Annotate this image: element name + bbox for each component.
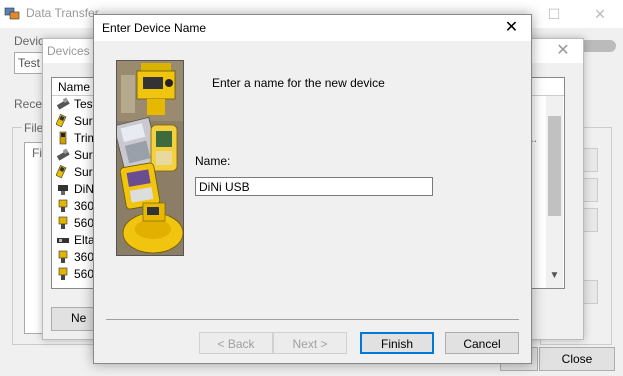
total-station-icon [58,199,68,212]
next-button[interactable]: Next > [273,332,347,354]
restore-icon[interactable]: ☐ [531,0,577,28]
new-device-button-label: Ne [71,311,87,325]
close-button[interactable]: Close [539,347,615,371]
files-column-header: Fi [32,146,42,160]
devices-scrollbar[interactable]: ▼ [546,96,563,288]
data-transfer-title: Data Transfer [26,6,99,20]
total-station-icon [58,267,68,280]
device-select-value: Test [18,56,41,70]
scroll-thumb[interactable] [548,116,561,216]
devices-close-icon[interactable]: ✕ [543,39,583,63]
enter-device-name-dialog: Enter Device Name ✕ Enter a name for the… [93,14,532,364]
elta-icon [57,238,69,243]
total-station-icon [58,216,68,229]
total-station-icon [58,250,68,263]
usb-cable-icon [56,148,70,161]
dialog-prompt: Enter a name for the new device [212,76,385,90]
back-button[interactable]: < Back [199,332,273,354]
device-label: Devic [14,34,45,48]
data-transfer-app-icon [4,7,20,20]
dialog-separator [106,319,519,320]
trimble-icon [59,131,67,145]
device-name-input[interactable] [195,177,433,196]
name-column-label: Name [58,80,91,94]
survey-instruments-image [116,60,184,256]
dialog-title: Enter Device Name [102,21,207,35]
name-label: Name: [195,154,231,168]
devices-title: Devices [47,44,90,58]
cancel-button[interactable]: Cancel [445,332,519,354]
receive-tab-label[interactable]: Recei [14,97,45,111]
scroll-down-icon[interactable]: ▼ [548,270,561,284]
close-icon[interactable]: ✕ [577,0,623,28]
dialog-close-icon[interactable]: ✕ [492,15,531,41]
data-collector-icon [56,114,67,128]
level-instrument-icon [58,185,68,195]
usb-cable-icon [56,97,70,110]
data-collector-icon [56,165,67,179]
finish-button[interactable]: Finish [360,332,434,354]
dialog-titlebar: Enter Device Name ✕ [94,15,531,41]
